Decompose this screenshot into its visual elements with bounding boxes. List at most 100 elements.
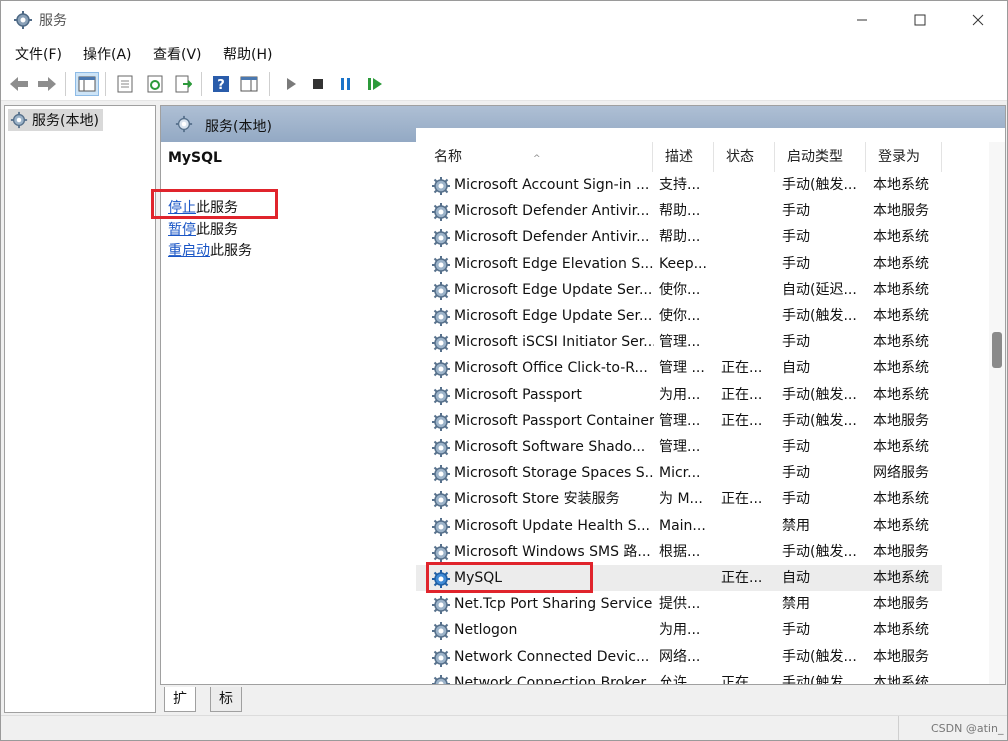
- column-header-description[interactable]: 描述: [653, 142, 714, 172]
- service-description-cell: 帮助...: [659, 203, 701, 220]
- tree-node-label: 服务(本地): [32, 113, 99, 129]
- service-logon-cell: 本地系统: [873, 570, 929, 586]
- service-gear-icon: [431, 517, 451, 537]
- action-pane-button[interactable]: [237, 72, 261, 96]
- service-name-cell: Microsoft Store 安装服务: [454, 491, 620, 508]
- mysql-row-highlight: [426, 562, 593, 593]
- help-icon: ?: [213, 76, 229, 93]
- start-service-button[interactable]: [279, 72, 303, 96]
- service-status-cell: [721, 539, 777, 565]
- refresh-button[interactable]: [143, 72, 167, 96]
- service-startup-type-cell: 手动: [782, 622, 810, 639]
- service-row[interactable]: Network Connection Broker 允许... 正在... 手动(触发…: [416, 670, 942, 685]
- column-header-logon-as[interactable]: 登录为: [866, 142, 942, 172]
- service-status-cell: [721, 198, 777, 224]
- service-row[interactable]: Microsoft Store 安装服务 为 M... 正在... 手动 本地系统: [416, 486, 942, 512]
- pane-title: 服务(本地): [205, 119, 272, 135]
- service-description-cell: 网络...: [659, 648, 701, 665]
- service-row[interactable]: Microsoft Defender Antivir... 帮助... 手动 本地服务: [416, 198, 942, 224]
- service-startup-type-cell: 手动: [782, 465, 810, 482]
- service-description-cell: 使你...: [659, 281, 701, 298]
- vertical-scrollbar[interactable]: [989, 142, 1005, 684]
- service-logon-cell: 本地系统: [873, 229, 929, 246]
- service-row[interactable]: Microsoft Passport Container 管理... 正在... 手动…: [416, 408, 942, 434]
- service-gear-icon: [431, 176, 451, 196]
- service-startup-type-cell: 手动(触发...: [782, 386, 857, 403]
- maximize-icon: [914, 14, 926, 26]
- back-arrow-icon: [10, 77, 28, 91]
- menu-action[interactable]: 操作(A): [83, 44, 132, 64]
- services-gear-icon: [175, 115, 193, 133]
- close-button[interactable]: [949, 1, 1007, 39]
- service-status-cell: [721, 460, 777, 486]
- service-status-cell: [721, 251, 777, 277]
- column-header-startup-type[interactable]: 启动类型: [775, 142, 866, 172]
- service-name-cell: Microsoft Account Sign-in ...: [454, 177, 650, 193]
- service-row[interactable]: Microsoft Passport 为用... 正在... 手动(触发... 本地系统: [416, 382, 942, 408]
- service-row[interactable]: Microsoft Update Health S... Main... 禁用 本地系…: [416, 513, 942, 539]
- tree-node-services-local[interactable]: 服务(本地): [8, 109, 103, 131]
- help-button[interactable]: ?: [209, 72, 233, 96]
- maximize-button[interactable]: [891, 1, 949, 39]
- service-row[interactable]: Network Connected Devic... 网络... 手动(触发... 本…: [416, 644, 942, 670]
- service-gear-icon: [431, 543, 451, 563]
- service-name-cell: Net.Tcp Port Sharing Service: [454, 596, 653, 613]
- service-name-cell: Network Connection Broker: [454, 674, 647, 685]
- tab-standard[interactable]: 标准: [210, 687, 242, 731]
- service-row[interactable]: Microsoft Edge Elevation S... Keep... 手动 本地…: [416, 251, 942, 277]
- column-header-status[interactable]: 状态: [714, 142, 775, 172]
- service-description-cell: Micr...: [659, 465, 701, 482]
- service-startup-type-cell: 自动(延迟...: [782, 281, 857, 298]
- service-row[interactable]: Microsoft iSCSI Initiator Ser... 管理... 手动 本…: [416, 329, 942, 355]
- back-button[interactable]: [7, 72, 31, 96]
- service-startup-type-cell: 手动(触发...: [782, 177, 857, 193]
- service-startup-type-cell: 手动(触发...: [782, 674, 857, 685]
- service-status-cell: 正在...: [721, 360, 763, 377]
- service-description-cell: 为用...: [659, 386, 701, 403]
- service-description-cell: 提供...: [659, 596, 701, 613]
- service-row[interactable]: Microsoft Defender Antivir... 帮助... 手动 本地系统: [416, 224, 942, 250]
- service-row[interactable]: Netlogon 为用... 手动 本地系统: [416, 617, 942, 643]
- pause-service-link[interactable]: 暂停: [168, 222, 196, 238]
- service-gear-icon: [431, 255, 451, 275]
- service-logon-cell: 本地系统: [873, 308, 929, 324]
- pause-service-action: 暂停此服务: [168, 219, 238, 239]
- service-row[interactable]: Microsoft Edge Update Ser... 使你... 自动(延迟..…: [416, 277, 942, 303]
- title-bar[interactable]: 服务: [1, 1, 1007, 39]
- service-logon-cell: 本地系统: [873, 386, 929, 403]
- restart-service-link[interactable]: 重启动: [168, 243, 210, 259]
- pause-service-suffix: 此服务: [196, 222, 238, 238]
- service-name-cell: Microsoft iSCSI Initiator Ser...: [454, 334, 654, 351]
- menu-help[interactable]: 帮助(H): [223, 44, 272, 64]
- service-row[interactable]: Microsoft Account Sign-in ... 支持... 手动(触发.…: [416, 172, 942, 198]
- service-logon-cell: 本地系统: [873, 334, 929, 351]
- export-icon: [175, 75, 192, 93]
- service-status-cell: 正在...: [721, 412, 763, 429]
- service-row[interactable]: Microsoft Edge Update Ser... 使你... 手动(触发..…: [416, 303, 942, 329]
- service-row[interactable]: Microsoft Software Shado... 管理... 手动 本地系统: [416, 434, 942, 460]
- sort-ascending-icon: ^: [533, 154, 541, 164]
- service-startup-type-cell: 手动: [782, 334, 810, 351]
- forward-arrow-icon: [38, 77, 56, 91]
- console-tree-icon: [78, 76, 96, 92]
- service-row[interactable]: Microsoft Windows SMS 路... 根据... 手动(触发... 本…: [416, 539, 942, 565]
- forward-button[interactable]: [35, 72, 59, 96]
- show-hide-console-tree-button[interactable]: [75, 72, 99, 96]
- menu-view[interactable]: 查看(V): [153, 44, 202, 64]
- service-description-cell: 允许...: [659, 674, 701, 685]
- tab-extended[interactable]: 扩展: [164, 687, 196, 731]
- properties-button[interactable]: [113, 72, 137, 96]
- service-description-cell: Main...: [659, 517, 706, 534]
- service-row[interactable]: Microsoft Office Click-to-R... 管理 ... 正在..…: [416, 355, 942, 381]
- stop-service-button[interactable]: [306, 72, 330, 96]
- restart-service-button[interactable]: [363, 72, 387, 96]
- service-gear-icon: [431, 621, 451, 641]
- minimize-button[interactable]: [833, 1, 891, 39]
- service-row[interactable]: Microsoft Storage Spaces S... Micr... 手动 网络…: [416, 460, 942, 486]
- pause-service-button[interactable]: [334, 72, 358, 96]
- export-list-button[interactable]: [171, 72, 195, 96]
- scrollbar-thumb[interactable]: [992, 332, 1002, 368]
- service-gear-icon: [431, 648, 451, 668]
- service-row[interactable]: Net.Tcp Port Sharing Service 提供... 禁用 本地服务: [416, 591, 942, 617]
- menu-file[interactable]: 文件(F): [15, 44, 62, 64]
